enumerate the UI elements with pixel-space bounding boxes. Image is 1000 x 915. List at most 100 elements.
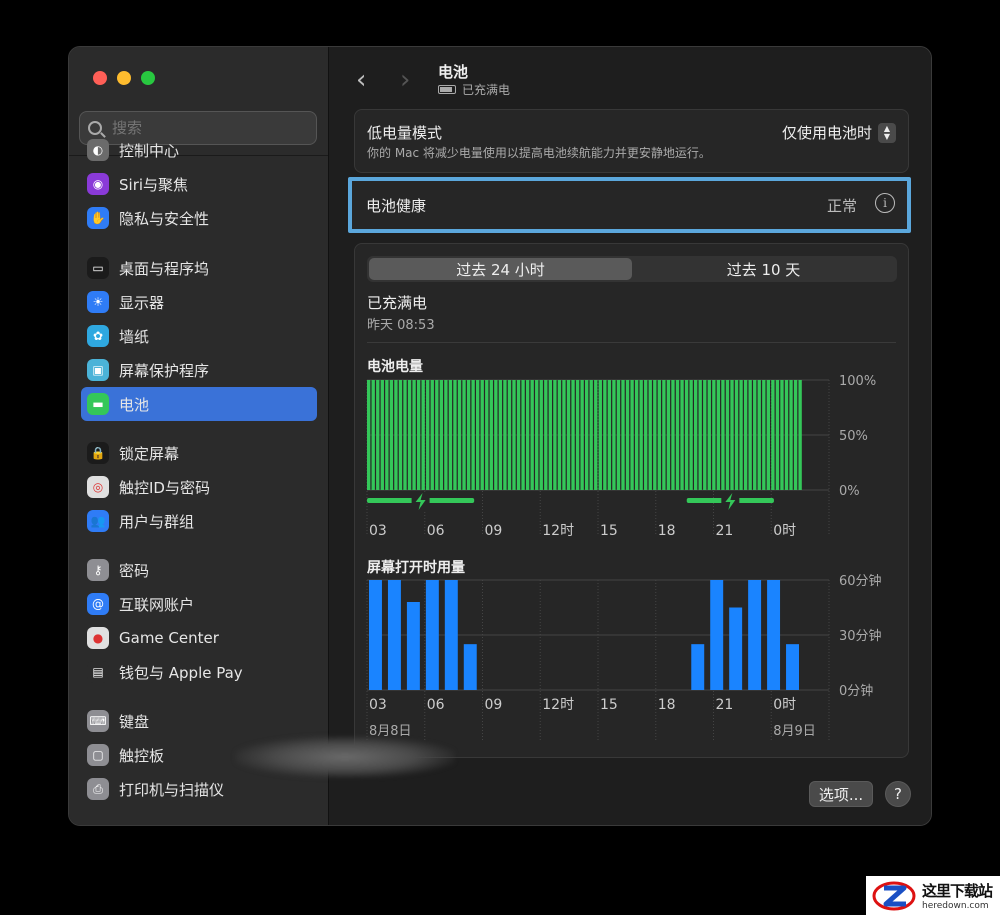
page-title: 电池: [438, 63, 469, 81]
y-tick-label: 50%: [839, 429, 868, 444]
help-button[interactable]: ?: [885, 781, 911, 807]
updown-chevron-icon: ▲ ▼: [878, 122, 896, 143]
charge-status-title: 已充满电: [367, 294, 428, 312]
sidebar-item-14[interactable]: ▤ 钱包与 Apple Pay: [81, 655, 317, 689]
page-subtitle: 已充满电: [438, 81, 510, 98]
sidebar-item-5[interactable]: ✿ 墙纸: [81, 319, 317, 353]
window-controls: [93, 71, 155, 85]
settings-window: ◐ 控制中心 ◉ Siri与聚焦 ✋ 隐私与安全性 ▭ 桌面与程序坞 ☀ 显示器 ✿ 墙纸 ▣ 屏幕保护程…: [68, 46, 932, 826]
back-chevron-icon[interactable]: ‹: [356, 65, 366, 95]
sidebar-item-13[interactable]: ● Game Center: [81, 621, 317, 655]
battery-bar: [416, 380, 421, 490]
battery-bar: [734, 380, 739, 490]
battery-bar: [448, 380, 453, 490]
screen-usage-bar: [387, 580, 401, 690]
battery-bar: [634, 380, 639, 490]
x-tick-label: 09: [485, 523, 503, 539]
battery-bar: [789, 380, 793, 490]
sidebar-item-11[interactable]: ⚷ 密码: [81, 553, 317, 587]
battery-bar: [616, 380, 621, 490]
battery-bar: [439, 380, 444, 490]
battery-bar: [725, 380, 730, 490]
tab-10-days[interactable]: 过去 10 天: [632, 258, 895, 280]
battery-bar: [494, 380, 498, 490]
y-tick-label: 100%: [839, 374, 876, 389]
battery-bar: [371, 380, 375, 490]
low-power-card: 低电量模式 你的 Mac 将减少电量使用以提高电池续航能力并更安静地运行。 仅使…: [354, 109, 909, 173]
sidebar-item-4[interactable]: ☀ 显示器: [81, 285, 317, 319]
x-tick-label: 0时: [773, 697, 796, 713]
zoom-button[interactable]: [141, 71, 155, 85]
screen-usage-bar: [691, 644, 705, 690]
section-divider: [367, 342, 896, 343]
sidebar-item-2[interactable]: ✋ 隐私与安全性: [81, 201, 317, 235]
sidebar-item-0[interactable]: ◐ 控制中心: [81, 133, 317, 167]
sidebar-item-label: 键盘: [119, 712, 150, 731]
watermark-en: heredown.com: [922, 901, 989, 911]
sidebar-item-label: 隐私与安全性: [119, 209, 210, 228]
siri-icon: ◉: [87, 173, 109, 195]
options-button[interactable]: 选项...: [809, 781, 873, 807]
watermark-cn: 这里下载站: [922, 882, 993, 900]
battery-bar: [462, 380, 466, 490]
trackpad-icon: ▢: [87, 744, 109, 766]
battery-bar: [535, 380, 539, 490]
battery-bar: [694, 380, 698, 490]
battery-bar: [585, 380, 589, 490]
sidebar-item-label: 密码: [119, 561, 150, 580]
sidebar-item-label: 桌面与程序坞: [119, 259, 210, 278]
x-tick-label: 18: [658, 523, 676, 539]
x-tick-label: 18: [658, 697, 676, 713]
battery-bar: [553, 380, 557, 490]
battery-bar: [739, 380, 743, 490]
battery-bar: [621, 380, 625, 490]
wallet-icon: ▤: [87, 661, 109, 683]
sidebar-item-label: 锁定屏幕: [119, 444, 180, 463]
battery-bar: [485, 380, 489, 490]
sidebar-item-3[interactable]: ▭ 桌面与程序坞: [81, 251, 317, 285]
sidebar-item-label: Siri与聚焦: [119, 175, 189, 194]
battery-bar: [653, 380, 657, 490]
battery-bar: [721, 380, 725, 490]
sidebar-item-label: 钱包与 Apple Pay: [119, 663, 243, 682]
battery-bar: [775, 380, 780, 490]
sidebar-item-12[interactable]: @ 互联网账户: [81, 587, 317, 621]
tab-24-hours[interactable]: 过去 24 小时: [369, 258, 632, 280]
battery-bar: [689, 380, 693, 490]
sidebar-item-8[interactable]: 🔒 锁定屏幕: [81, 436, 317, 470]
minimize-button[interactable]: [117, 71, 131, 85]
sidebar-item-10[interactable]: 👥 用户与群组: [81, 504, 317, 538]
game-center-icon: ●: [87, 627, 109, 649]
lock-icon: 🔒: [87, 442, 109, 464]
battery-bar: [644, 380, 648, 490]
battery-bar: [512, 380, 516, 490]
battery-bar: [571, 380, 575, 490]
close-button[interactable]: [93, 71, 107, 85]
x-tick-label: 06: [427, 697, 445, 713]
x-tick-label: 03: [369, 523, 387, 539]
low-power-value: 仅使用电池时: [781, 124, 872, 142]
info-icon[interactable]: i: [875, 193, 895, 213]
at-icon: @: [87, 593, 109, 615]
sidebar: ◐ 控制中心 ◉ Siri与聚焦 ✋ 隐私与安全性 ▭ 桌面与程序坞 ☀ 显示器 ✿ 墙纸 ▣ 屏幕保护程…: [69, 47, 329, 825]
sidebar-item-label: 墙纸: [119, 327, 150, 346]
sidebar-item-7[interactable]: ▬ 电池: [81, 387, 317, 421]
forward-chevron-icon[interactable]: ›: [400, 65, 410, 95]
battery-bar: [398, 380, 403, 490]
battery-bar: [648, 380, 652, 490]
y-tick-label: 60分钟: [839, 574, 882, 589]
low-power-select[interactable]: 仅使用电池时 ▲ ▼: [782, 122, 896, 143]
battery-bar: [625, 380, 630, 490]
dock-icon: ▭: [87, 257, 109, 279]
battery-bar: [743, 380, 748, 490]
battery-bar: [539, 380, 543, 490]
battery-health-row[interactable]: 电池健康 正常 i: [348, 177, 911, 233]
battery-bar: [798, 380, 802, 490]
screensaver-icon: ▣: [87, 359, 109, 381]
sidebar-item-9[interactable]: ◎ 触控ID与密码: [81, 470, 317, 504]
users-icon: 👥: [87, 510, 109, 532]
sidebar-item-1[interactable]: ◉ Siri与聚焦: [81, 167, 317, 201]
sidebar-item-6[interactable]: ▣ 屏幕保护程序: [81, 353, 317, 387]
battery-bar: [793, 380, 798, 490]
sidebar-item-15[interactable]: ⌨ 键盘: [81, 704, 317, 738]
